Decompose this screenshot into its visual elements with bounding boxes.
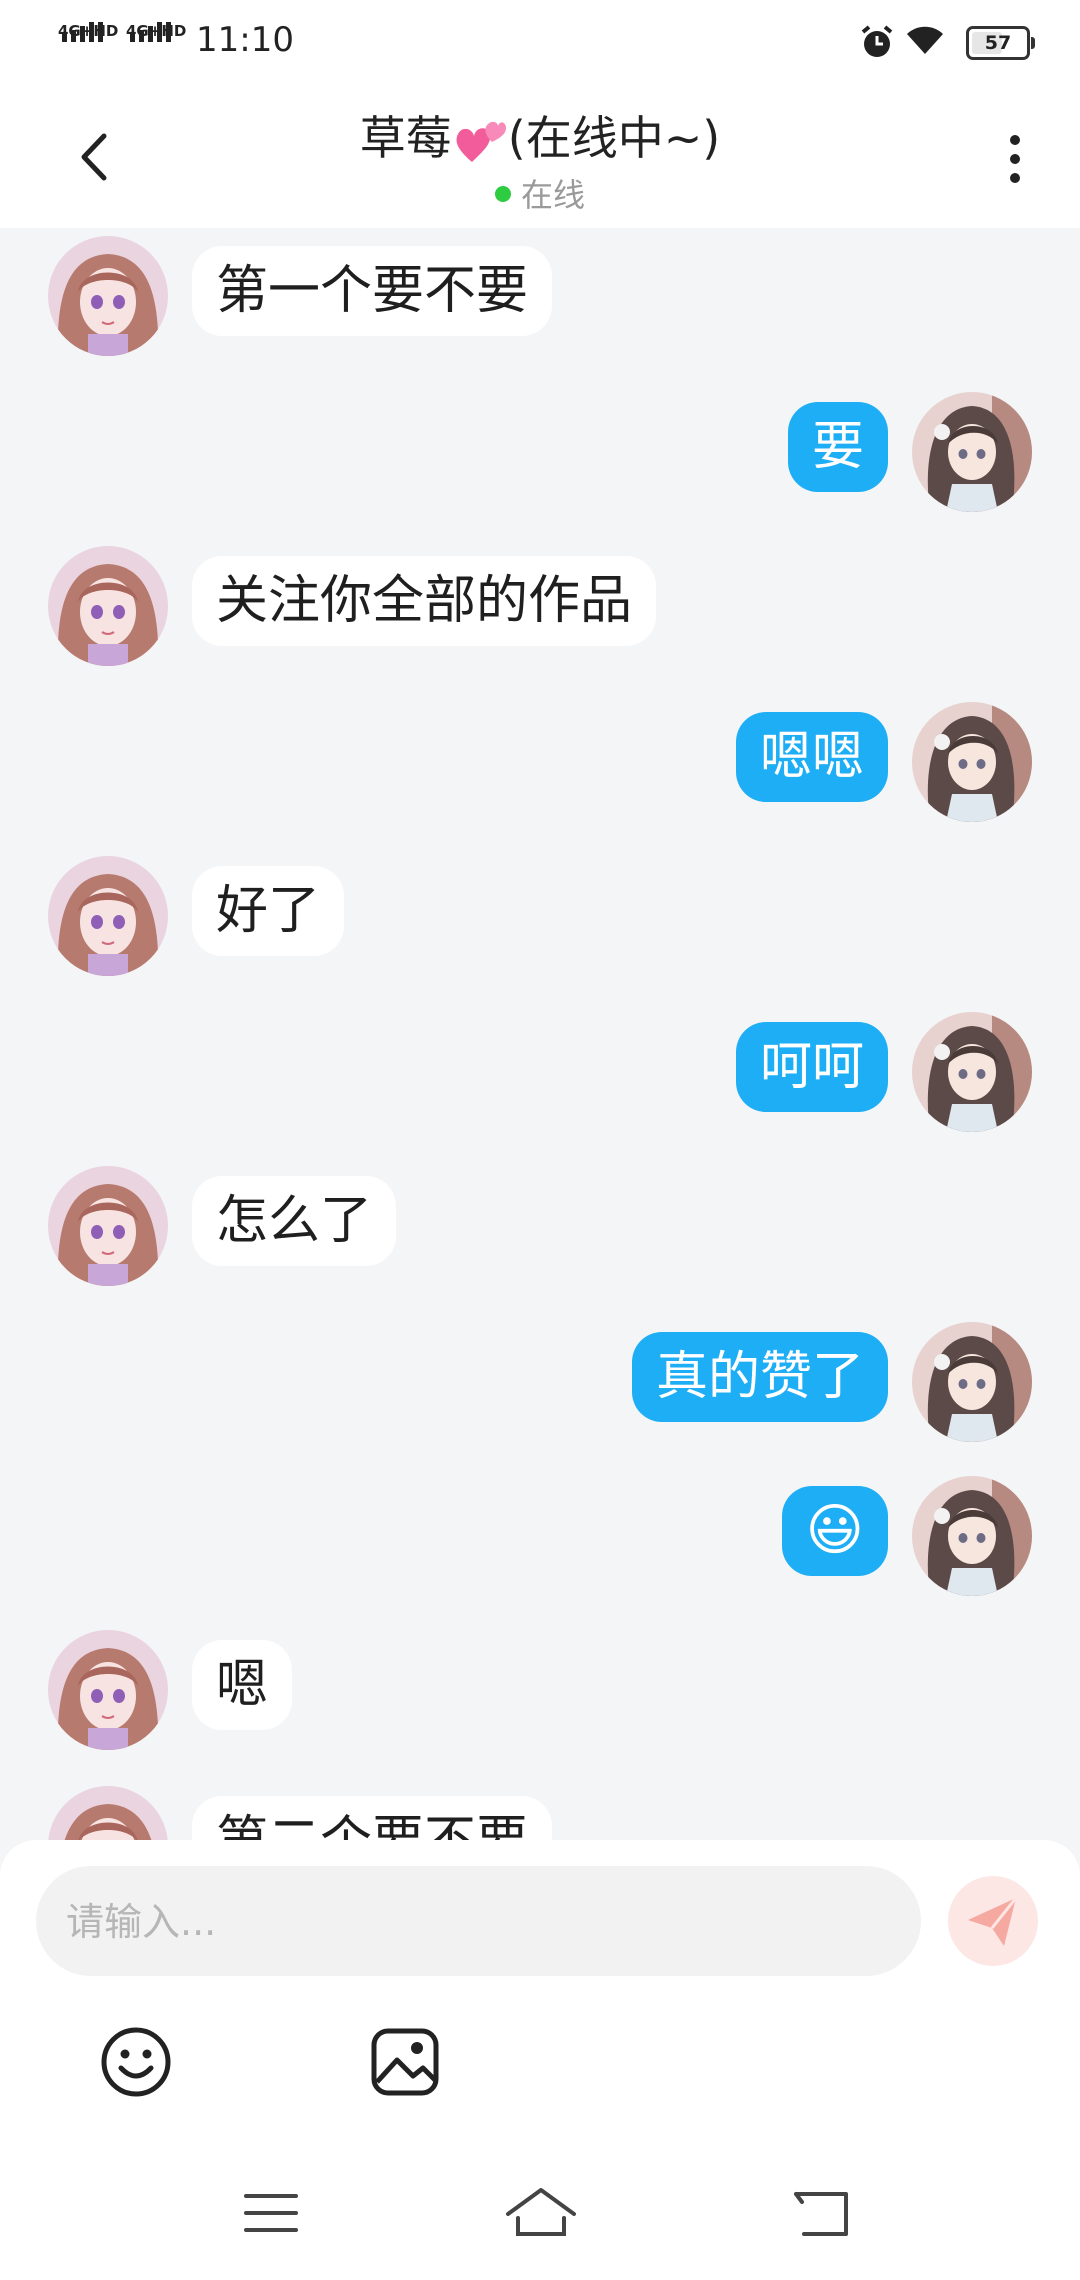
contact-avatar[interactable] bbox=[48, 1630, 168, 1750]
anime-avatar-image bbox=[912, 1322, 1032, 1442]
user-avatar[interactable] bbox=[912, 392, 1032, 512]
message-bubble[interactable]: 嗯嗯 bbox=[735, 712, 888, 802]
contact-avatar[interactable] bbox=[48, 546, 168, 666]
contact-avatar[interactable] bbox=[48, 1786, 168, 1840]
battery-level: 57 bbox=[984, 32, 1012, 54]
contact-avatar[interactable] bbox=[48, 1166, 168, 1286]
user-avatar[interactable] bbox=[912, 702, 1032, 822]
title-suffix: (在线中~) bbox=[507, 111, 721, 165]
back-icon[interactable] bbox=[768, 2178, 878, 2248]
online-dot-icon bbox=[494, 186, 511, 202]
anime-avatar-image bbox=[912, 1012, 1032, 1132]
alarm-icon bbox=[861, 25, 893, 57]
message-bubble[interactable]: 好了 bbox=[192, 866, 345, 956]
girl-avatar-image bbox=[48, 1630, 168, 1750]
user-avatar[interactable] bbox=[912, 1322, 1032, 1442]
message-bubble[interactable]: 第一个要不要 bbox=[192, 246, 553, 336]
anime-avatar-image bbox=[912, 392, 1032, 512]
online-status: 在线 bbox=[0, 170, 1080, 216]
send-button[interactable] bbox=[948, 1876, 1038, 1966]
wifi-icon bbox=[907, 26, 943, 54]
message-bubble[interactable]: 关注你全部的作品 bbox=[192, 556, 657, 646]
chat-title: 草莓 (在线中~) bbox=[0, 102, 1080, 168]
user-avatar[interactable] bbox=[912, 1476, 1032, 1596]
emoji-message-bubble[interactable]: 😃 bbox=[781, 1486, 888, 1576]
contact-name: 草莓 bbox=[359, 111, 452, 165]
girl-avatar-image bbox=[48, 856, 168, 976]
girl-avatar-image bbox=[48, 1786, 168, 1840]
image-icon[interactable] bbox=[365, 2022, 445, 2102]
online-status-text: 在线 bbox=[520, 176, 585, 214]
message-bubble[interactable]: 呵呵 bbox=[735, 1022, 888, 1112]
message-bubble[interactable]: 真的赞了 bbox=[631, 1332, 888, 1422]
chat-header: 草莓 (在线中~) 在线 bbox=[0, 84, 1080, 228]
girl-avatar-image bbox=[48, 546, 168, 666]
system-nav-bar bbox=[0, 2150, 1080, 2280]
message-bubble[interactable]: 要 bbox=[787, 402, 888, 492]
status-icons: 57 bbox=[860, 20, 1035, 64]
hearts-emoji-icon bbox=[456, 121, 506, 162]
message-bubble[interactable]: 怎么了 bbox=[192, 1176, 397, 1266]
battery-icon: 57 bbox=[966, 26, 1035, 60]
user-avatar[interactable] bbox=[912, 1012, 1032, 1132]
message-bubble[interactable]: 第二个要不要 bbox=[192, 1796, 553, 1840]
emoji-icon[interactable] bbox=[96, 2022, 176, 2102]
menu-icon[interactable] bbox=[216, 2178, 326, 2248]
contact-avatar[interactable] bbox=[48, 236, 168, 356]
more-options-icon[interactable] bbox=[990, 124, 1040, 194]
anime-avatar-image bbox=[912, 702, 1032, 822]
message-bubble[interactable]: 嗯 bbox=[192, 1640, 293, 1730]
status-bar: 4G+HD 4G+HD 11:10 57 bbox=[0, 0, 1080, 84]
anime-avatar-image bbox=[912, 1476, 1032, 1596]
clock: 11:10 bbox=[196, 20, 294, 60]
send-icon bbox=[968, 1897, 1018, 1946]
home-icon[interactable] bbox=[486, 2178, 596, 2248]
girl-avatar-image bbox=[48, 236, 168, 356]
message-input[interactable] bbox=[64, 1866, 888, 1978]
girl-avatar-image bbox=[48, 1166, 168, 1286]
message-input-box[interactable] bbox=[36, 1866, 921, 1978]
contact-avatar[interactable] bbox=[48, 856, 168, 976]
message-list[interactable]: 第一个要不要 要 关注你全部的作品 嗯嗯 好了 呵呵 怎么了 真的赞了 😃 嗯 bbox=[0, 228, 1080, 1840]
